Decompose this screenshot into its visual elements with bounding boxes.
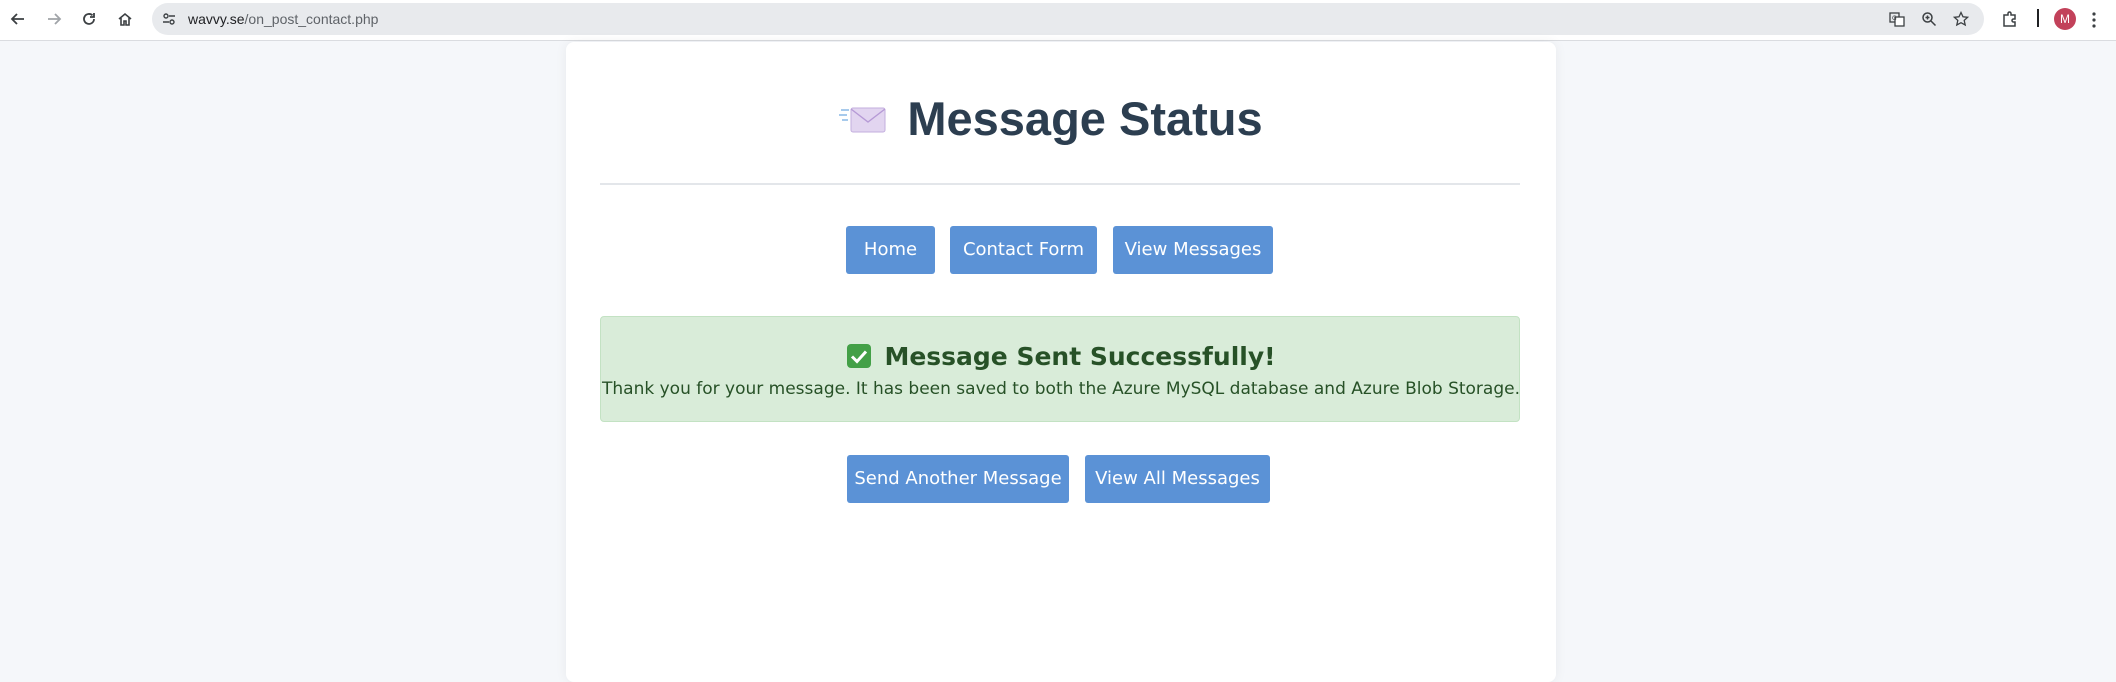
site-info-icon[interactable]	[160, 10, 178, 28]
more-menu-icon[interactable]	[2082, 8, 2106, 32]
alert-message: Thank you for your message. It has been …	[602, 379, 1520, 399]
alert-title: Message Sent Successfully!	[884, 341, 1276, 371]
url-host: wavvy.se	[188, 11, 245, 27]
home-button[interactable]: Home	[846, 226, 935, 274]
view-messages-button[interactable]: View Messages	[1113, 226, 1273, 274]
reload-icon[interactable]	[77, 7, 101, 31]
envelope-icon	[839, 107, 886, 133]
page-header: Message Status	[566, 88, 1556, 148]
page-title: Message Status	[907, 91, 1263, 145]
view-all-messages-button[interactable]: View All Messages	[1085, 455, 1270, 503]
url-path: /on_post_contact.php	[244, 11, 379, 27]
bookmark-star-icon[interactable]	[1951, 9, 1971, 29]
check-icon	[847, 344, 872, 368]
alert-header: Message Sent Successfully!	[601, 339, 1521, 373]
contact-form-button[interactable]: Contact Form	[950, 226, 1097, 274]
browser-toolbar: wavvy.se/on_post_contact.php G M	[0, 0, 2116, 41]
url-text[interactable]: wavvy.se/on_post_contact.php	[188, 3, 378, 35]
translate-icon[interactable]: G	[1887, 9, 1907, 29]
send-another-message-button[interactable]: Send Another Message	[847, 455, 1069, 503]
forward-icon[interactable]	[42, 7, 66, 31]
extensions-icon[interactable]	[1998, 7, 2022, 31]
address-bar[interactable]: wavvy.se/on_post_contact.php G	[152, 3, 1984, 35]
zoom-icon[interactable]	[1919, 9, 1939, 29]
success-alert: Message Sent Successfully! Thank you for…	[600, 316, 1520, 422]
home-icon[interactable]	[113, 7, 137, 31]
profile-avatar[interactable]: M	[2054, 8, 2076, 30]
back-icon[interactable]	[6, 7, 30, 31]
toolbar-separator	[2037, 9, 2039, 27]
header-divider	[600, 183, 1520, 185]
svg-text:G: G	[1892, 15, 1897, 22]
main-card: Message Status Home Contact Form View Me…	[566, 42, 1556, 682]
